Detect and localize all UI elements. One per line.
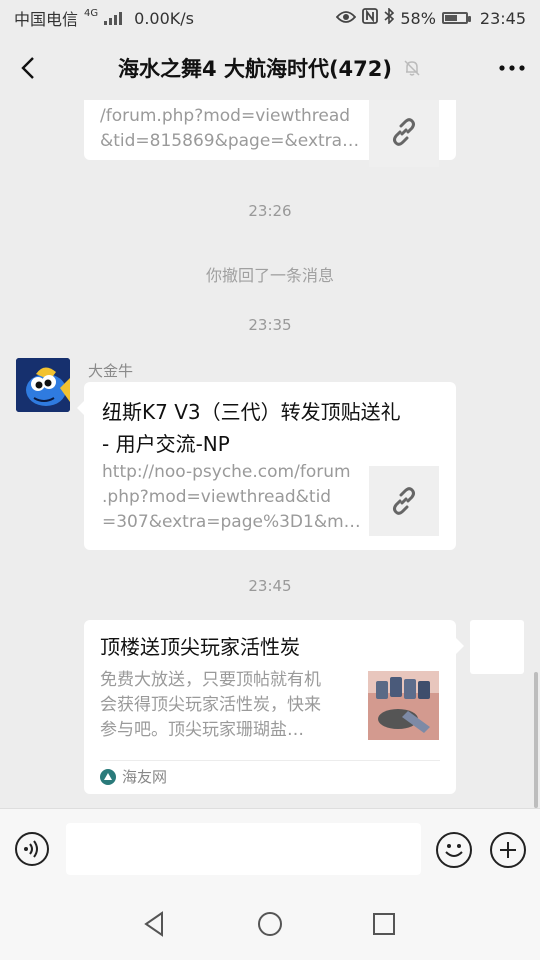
- link-card-message[interactable]: 顶楼送顶尖玩家活性炭 免费大放送，只要顶帖就有机 会获得顶尖玩家活性炭，快来 参…: [84, 620, 456, 794]
- voice-icon[interactable]: [15, 832, 49, 866]
- emoji-icon[interactable]: [436, 832, 472, 868]
- chat-header: 海水之舞4 大航海时代(472): [0, 36, 540, 100]
- more-icon[interactable]: [498, 54, 526, 82]
- message-list[interactable]: /forum.php?mod=viewthread &tid=815869&pa…: [0, 100, 540, 808]
- battery-percent: 58%: [400, 8, 436, 28]
- link-card-message[interactable]: 纽斯K7 V3（三代）转发顶贴送礼 - 用户交流-NP http://noo-p…: [84, 382, 456, 550]
- link-card-title: 纽斯K7 V3（三代）转发顶贴送礼 - 用户交流-NP: [102, 400, 401, 456]
- carrier-label: 中国电信: [14, 10, 79, 29]
- link-card-message[interactable]: /forum.php?mod=viewthread &tid=815869&pa…: [84, 100, 456, 167]
- link-card-desc: http://noo-psyche.com/forum .php?mod=vie…: [102, 462, 361, 532]
- net-speed: 0.00K/s: [134, 8, 194, 28]
- eye-icon: [336, 9, 357, 28]
- home-circle-icon[interactable]: [254, 908, 286, 940]
- timestamp: 23:45: [248, 577, 292, 595]
- avatar[interactable]: [16, 358, 70, 412]
- system-nav-bar: [0, 888, 540, 960]
- back-triangle-icon[interactable]: [138, 908, 170, 940]
- input-bar: [0, 808, 540, 888]
- chat-title: 海水之舞4 大航海时代(472): [118, 57, 392, 81]
- status-bar: 中国电信 4G 0.00K/s 58% 23:45: [0, 0, 540, 36]
- battery-icon: [441, 12, 471, 24]
- link-card-desc: 免费大放送，只要顶帖就有机 会获得顶尖玩家活性炭，快来 参与吧。顶尖玩家珊瑚盐…: [100, 670, 321, 740]
- nfc-icon: [362, 8, 379, 28]
- sender-avatar-placeholder[interactable]: [470, 620, 524, 674]
- message-input[interactable]: [66, 823, 421, 875]
- system-message: 你撤回了一条消息: [205, 266, 334, 285]
- link-card-desc: /forum.php?mod=viewthread &tid=815869&pa…: [100, 106, 360, 151]
- signal-icon: [104, 11, 123, 25]
- site-logo-icon: [100, 768, 116, 785]
- link-icon: [369, 100, 439, 167]
- sender-name: 大金牛: [88, 362, 134, 380]
- link-icon: [369, 466, 439, 536]
- clock: 23:45: [479, 8, 526, 28]
- net-type-label: 4G: [84, 8, 99, 19]
- bluetooth-icon: [384, 7, 395, 28]
- bell-off-icon: [402, 58, 422, 78]
- source-row: 海友网: [100, 766, 167, 787]
- divider: [100, 760, 440, 761]
- scrollbar[interactable]: [534, 672, 538, 808]
- link-card-title: 顶楼送顶尖玩家活性炭: [100, 635, 300, 659]
- timestamp: 23:35: [248, 316, 292, 334]
- page-title: 海水之舞4 大航海时代(472): [42, 53, 498, 83]
- chevron-left-icon[interactable]: [14, 54, 42, 82]
- plus-icon[interactable]: [490, 832, 526, 868]
- bubble-tail: [456, 638, 464, 654]
- recent-square-icon[interactable]: [368, 908, 400, 940]
- product-image: [368, 671, 439, 740]
- timestamp: 23:26: [248, 202, 292, 220]
- source-name: 海友网: [122, 768, 168, 786]
